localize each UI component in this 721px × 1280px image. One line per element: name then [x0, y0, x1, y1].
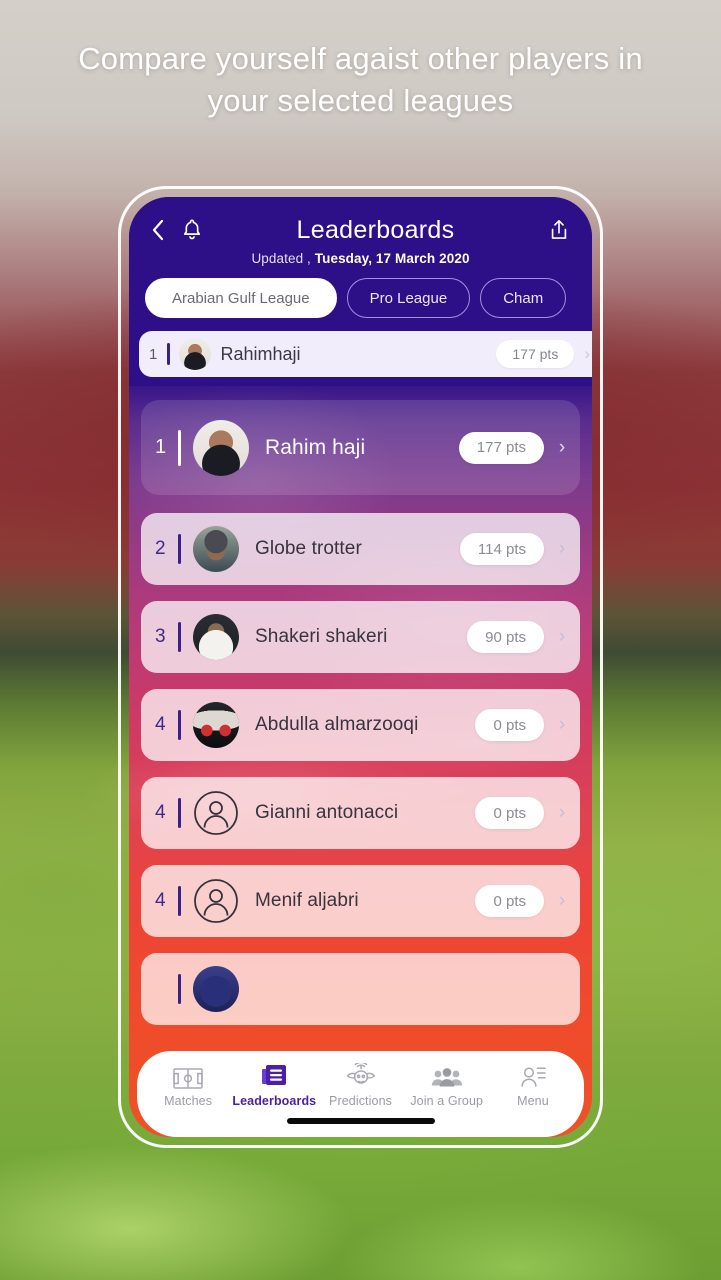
row-name: Globe trotter	[255, 538, 362, 559]
row-points: 0 pts	[475, 709, 544, 741]
nav-label: Join a Group	[410, 1094, 484, 1108]
phone-screen: Leaderboards Updated , Tuesday, 17 March…	[129, 197, 592, 1137]
oracle-icon	[346, 1062, 376, 1089]
row-name: Rahim haji	[265, 435, 366, 459]
chevron-right-icon[interactable]: ›	[584, 344, 590, 364]
rank-tick	[167, 343, 170, 365]
updated-subtitle: Updated , Tuesday, 17 March 2020	[145, 251, 576, 266]
league-chip-champions[interactable]: Cham	[480, 278, 567, 318]
rank-tick	[178, 886, 181, 916]
rank-tick	[178, 429, 181, 466]
my-rank-sticky-row[interactable]: 1 Rahimhaji 177 pts ›	[129, 331, 592, 386]
my-rank-number: 1	[149, 345, 158, 363]
avatar	[193, 702, 239, 748]
home-indicator	[286, 1118, 435, 1124]
nav-item-leaderboards[interactable]: Leaderboards	[231, 1062, 317, 1108]
rank-tick	[178, 622, 181, 652]
chevron-right-icon[interactable]: ›	[556, 626, 568, 648]
page-title: Leaderboards	[296, 215, 455, 244]
avatar	[193, 419, 249, 476]
rank-tick	[178, 534, 181, 564]
pitch-icon	[173, 1062, 203, 1089]
share-icon[interactable]	[542, 218, 576, 242]
rank-tick	[178, 710, 181, 740]
my-rank-card[interactable]: 1 Rahimhaji 177 pts ›	[139, 331, 592, 377]
row-points: 114 pts	[459, 533, 544, 565]
row-name: Abdulla almarzooqi	[255, 714, 419, 735]
nav-label: Menu	[517, 1094, 549, 1108]
nav-item-join-a-group[interactable]: Join a Group	[404, 1062, 490, 1108]
my-rank-points: 177 pts	[496, 340, 575, 368]
avatar	[193, 966, 239, 1012]
nav-label: Predictions	[329, 1094, 392, 1108]
avatar	[178, 338, 211, 370]
row-rank: 2	[155, 538, 166, 559]
chevron-right-icon[interactable]: ›	[556, 714, 568, 736]
row-name: Gianni antonacci	[255, 802, 399, 823]
avatar	[193, 614, 239, 660]
nav-label: Leaderboards	[232, 1094, 317, 1108]
row-name: Shakeri shakeri	[255, 626, 388, 647]
bell-icon[interactable]	[175, 218, 209, 242]
bottom-navigation: Matches Leaderboards Predictions Join a …	[137, 1051, 584, 1137]
chevron-right-icon[interactable]: ›	[556, 802, 568, 824]
league-chip-arabian-gulf-league[interactable]: Arabian Gulf League	[145, 278, 337, 318]
promo-headline: Compare yourself agaist other players in…	[78, 41, 643, 118]
row-rank: 4	[155, 890, 166, 911]
header-top-bar: Leaderboards	[145, 211, 576, 249]
app-header: Leaderboards Updated , Tuesday, 17 March…	[129, 197, 592, 331]
list-document-icon	[261, 1062, 288, 1089]
league-chip-pro-league[interactable]: Pro League	[346, 278, 471, 318]
chevron-left-icon[interactable]	[145, 218, 171, 242]
table-row[interactable]	[141, 953, 580, 1025]
league-chip-list: Arabian Gulf League Pro League Cham	[145, 278, 576, 331]
default-person-icon	[193, 790, 239, 836]
row-points: 90 pts	[467, 621, 544, 653]
promo-screenshot: Compare yourself agaist other players in…	[0, 0, 721, 1280]
row-rank: 3	[155, 626, 166, 647]
leaderboard-list: 1 Rahim haji 177 pts › 2 Globe trotter 1…	[129, 386, 592, 1025]
row-name: Menif aljabri	[255, 890, 359, 911]
chevron-right-icon[interactable]: ›	[556, 538, 568, 560]
rank-tick	[178, 798, 181, 828]
row-points: 0 pts	[475, 797, 544, 829]
updated-prefix: Updated ,	[251, 251, 311, 266]
nav-item-predictions[interactable]: Predictions	[317, 1062, 403, 1108]
table-row[interactable]: 3 Shakeri shakeri 90 pts ›	[141, 601, 580, 673]
chevron-right-icon[interactable]: ›	[556, 437, 568, 459]
row-rank: 4	[155, 714, 166, 735]
rank-tick	[178, 974, 181, 1004]
chevron-right-icon[interactable]: ›	[556, 890, 568, 912]
table-row[interactable]: 2 Globe trotter 114 pts ›	[141, 513, 580, 585]
updated-date: Tuesday, 17 March 2020	[314, 251, 470, 266]
my-rank-name: Rahimhaji	[220, 343, 301, 364]
row-points: 177 pts	[458, 431, 544, 464]
table-row[interactable]: 1 Rahim haji 177 pts ›	[141, 400, 580, 495]
nav-item-matches[interactable]: Matches	[145, 1062, 231, 1108]
default-person-icon	[193, 878, 239, 924]
row-rank: 4	[155, 802, 166, 823]
people-group-icon	[431, 1062, 463, 1089]
nav-item-menu[interactable]: Menu	[490, 1062, 576, 1108]
avatar	[193, 526, 239, 572]
table-row[interactable]: 4 Abdulla almarzooqi 0 pts ›	[141, 689, 580, 761]
person-lines-icon	[519, 1062, 547, 1089]
row-rank: 1	[155, 436, 167, 458]
row-points: 0 pts	[475, 885, 544, 917]
table-row[interactable]: 4 Menif aljabri 0 pts ›	[141, 865, 580, 937]
phone-frame: Leaderboards Updated , Tuesday, 17 March…	[118, 186, 603, 1148]
table-row[interactable]: 4 Gianni antonacci 0 pts ›	[141, 777, 580, 849]
nav-label: Matches	[164, 1094, 213, 1108]
